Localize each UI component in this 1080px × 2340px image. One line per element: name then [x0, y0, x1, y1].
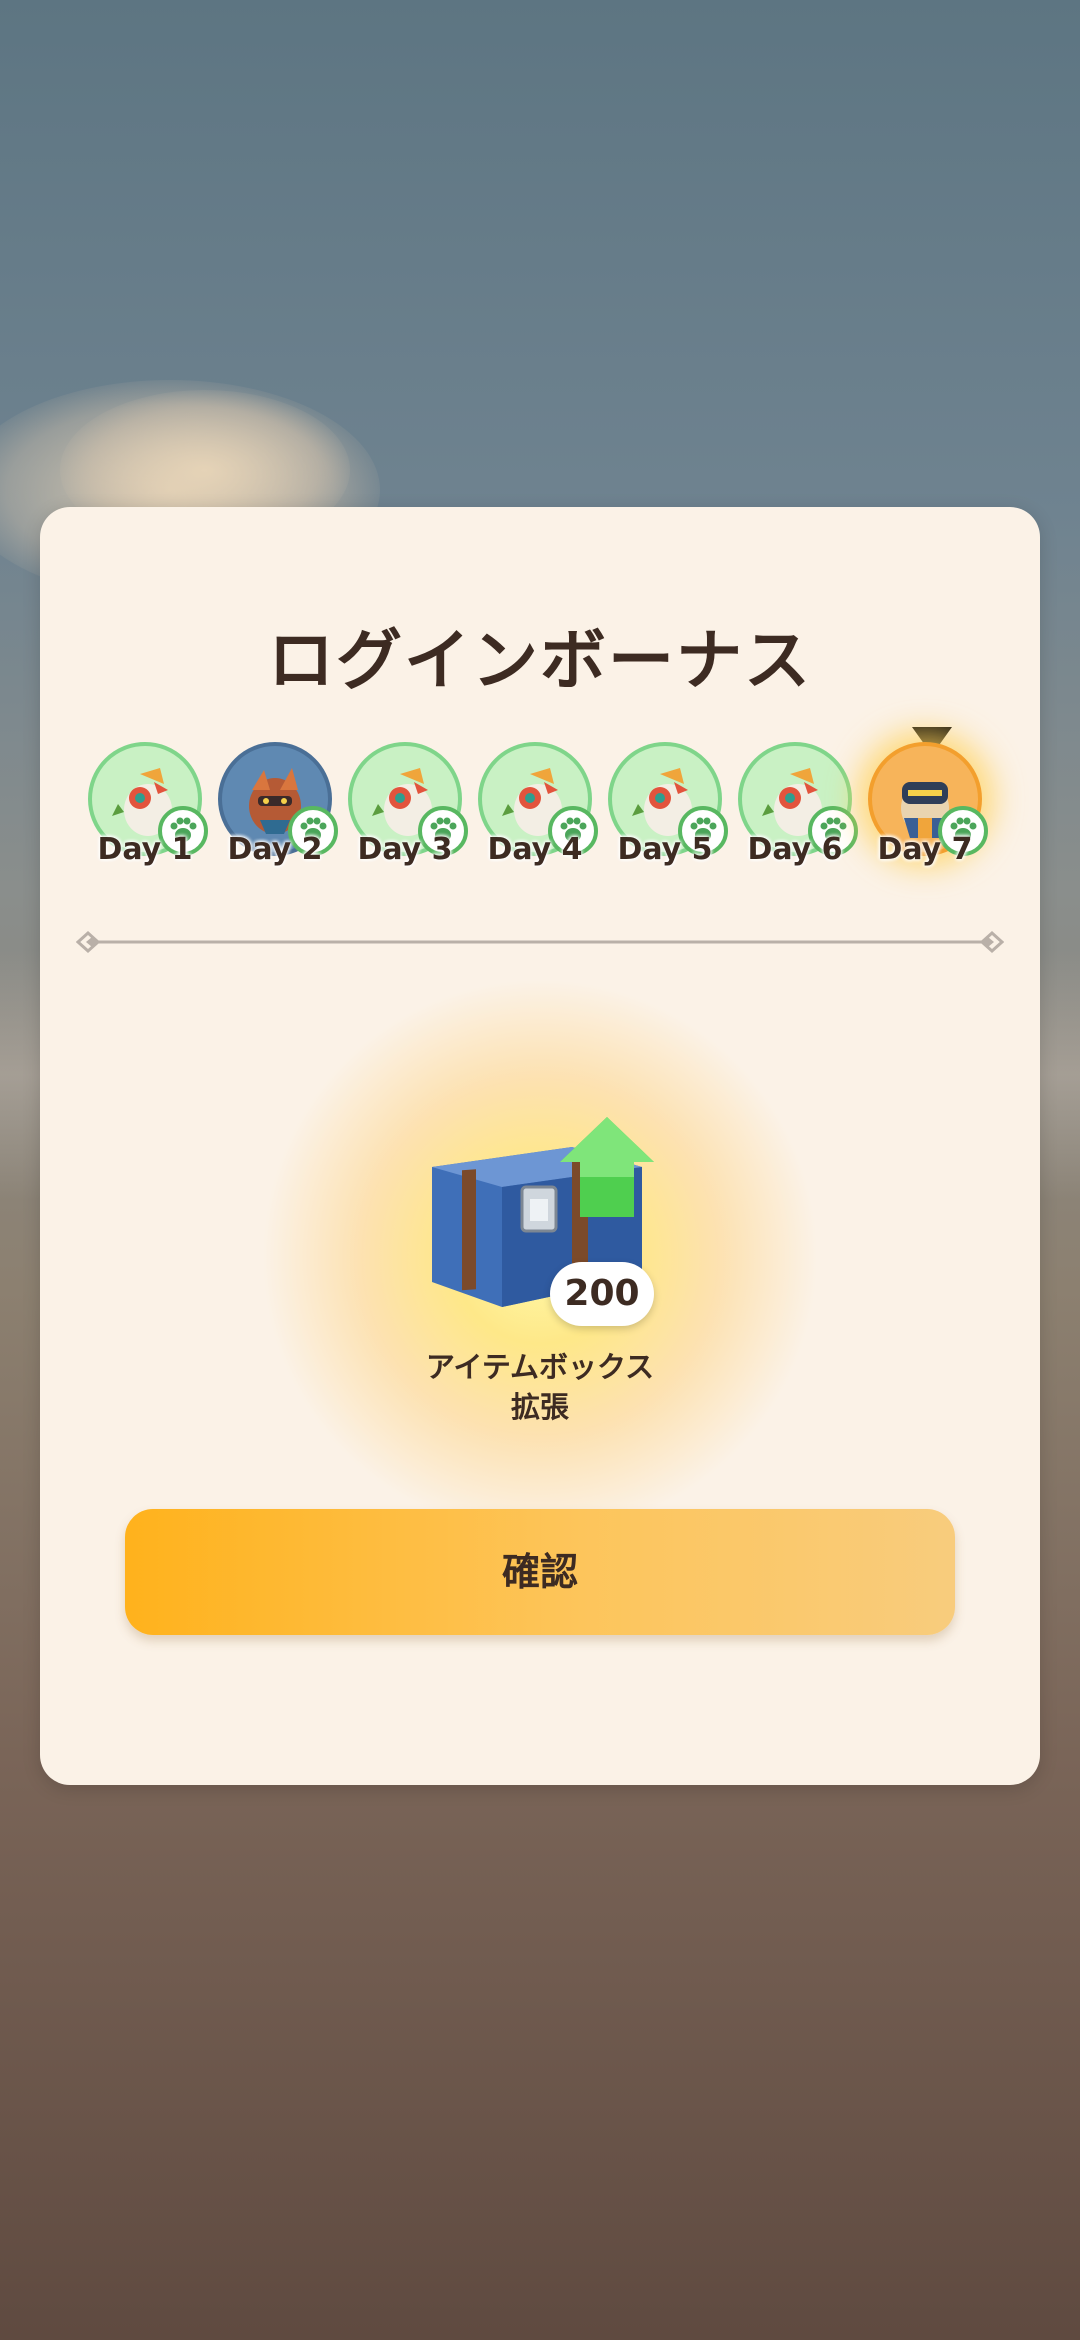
reward-count-badge: 200	[550, 1262, 654, 1326]
reward-name-line-2: 拡張	[510, 1390, 569, 1424]
login-bonus-dialog: ログインボーナス Day 1 Day 2 Day 3 Day 4 Day 5 D…	[40, 507, 1040, 1785]
day-label: Day 3	[357, 832, 453, 867]
day-label: Day 7	[877, 832, 973, 867]
dialog-title: ログインボーナス	[268, 622, 812, 699]
day-track: Day 1 Day 2 Day 3 Day 4 Day 5 Day 6 Day …	[80, 732, 1010, 872]
day-5-slot: Day 5	[600, 732, 730, 872]
day-6-slot: Day 6	[730, 732, 860, 872]
day-label: Day 4	[487, 832, 583, 867]
reward-name: アイテムボックス 拡張	[40, 1347, 1040, 1427]
confirm-button[interactable]: 確認	[125, 1509, 955, 1635]
day-2-slot: Day 2	[210, 732, 340, 872]
day-label: Day 1	[97, 832, 193, 867]
day-label: Day 2	[227, 832, 323, 867]
reward-name-line-1: アイテムボックス	[425, 1350, 655, 1384]
day-label: Day 6	[747, 832, 843, 867]
day-label: Day 5	[617, 832, 713, 867]
day-7-slot: Day 7	[860, 732, 990, 872]
day-4-slot: Day 4	[470, 732, 600, 872]
day-3-slot: Day 3	[340, 732, 470, 872]
divider	[76, 930, 1004, 954]
day-1-slot: Day 1	[80, 732, 210, 872]
